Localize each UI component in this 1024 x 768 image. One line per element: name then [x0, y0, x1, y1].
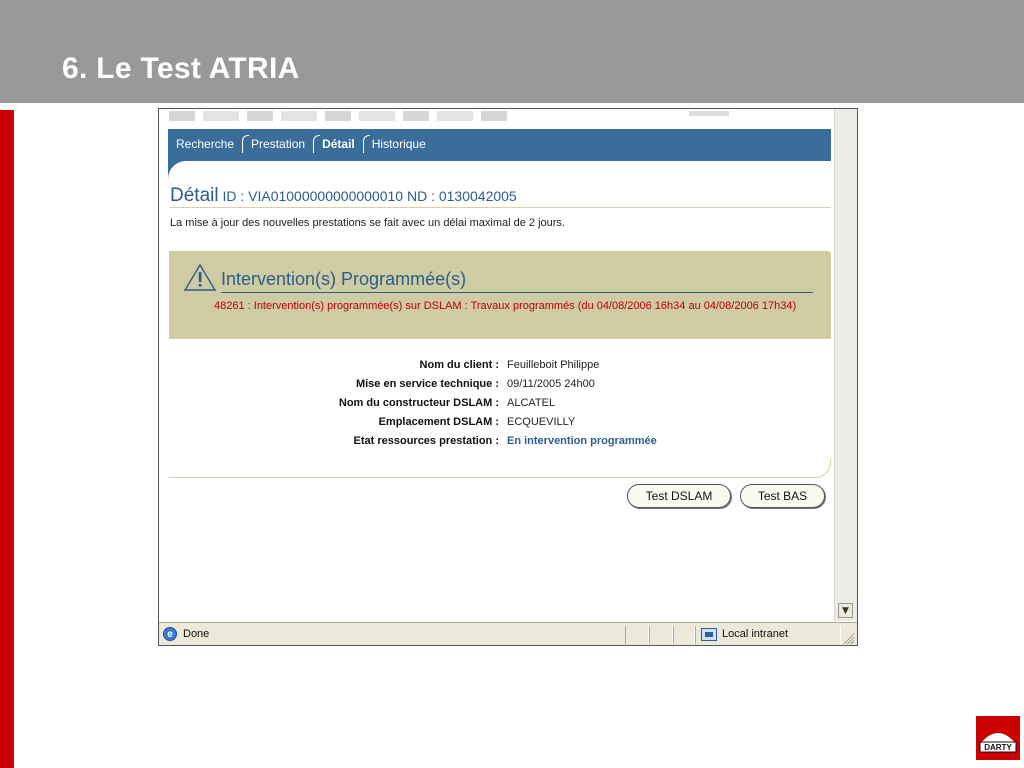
field-label: Emplacement DSLAM :: [378, 416, 499, 428]
top-banner-fragment: [169, 111, 509, 121]
darty-logo: DARTY: [976, 716, 1020, 760]
intervention-alert: Intervention(s) Programmée(s) 48261 : In…: [169, 251, 831, 339]
field-row-dslam-location: Emplacement DSLAM : ECQUEVILLY: [159, 416, 819, 434]
tab-separator: [242, 135, 250, 153]
vertical-scrollbar[interactable]: [834, 109, 857, 621]
field-row-service-date: Mise en service technique : 09/11/2005 2…: [159, 378, 819, 396]
status-text: Done: [183, 628, 210, 640]
page-title-main: Détail: [170, 185, 219, 206]
field-label: Etat ressources prestation :: [353, 435, 500, 447]
intranet-zone-icon: [701, 628, 717, 641]
nav-tabs: Recherche Prestation Détail Historique: [176, 135, 432, 153]
field-row-resource-status: Etat ressources prestation : En interven…: [159, 435, 819, 453]
top-banner-fragment-right: [689, 111, 729, 116]
resize-grip-icon[interactable]: [842, 632, 854, 644]
warning-triangle-icon: [183, 263, 217, 291]
field-value: ALCATEL: [507, 397, 556, 409]
scroll-down-arrow-icon[interactable]: ▼: [838, 603, 853, 618]
field-value: Feuilleboit Philippe: [507, 359, 600, 371]
field-value: ECQUEVILLY: [507, 416, 576, 428]
update-delay-notice: La mise à jour des nouvelles prestations…: [170, 217, 565, 229]
tab-recherche[interactable]: Recherche: [176, 137, 240, 151]
tab-prestation[interactable]: Prestation: [251, 137, 311, 151]
slide-title: 6. Le Test ATRIA: [62, 52, 300, 85]
field-value: 09/11/2005 24h00: [507, 378, 595, 390]
tab-historique[interactable]: Historique: [372, 137, 432, 151]
status-bar: e Done Local intranet: [159, 622, 857, 645]
test-dslam-button[interactable]: Test DSLAM: [627, 484, 731, 508]
section-divider: [169, 477, 819, 478]
status-cell: [649, 626, 673, 644]
title-divider: [169, 207, 831, 208]
test-bas-button[interactable]: Test BAS: [740, 484, 825, 508]
field-label: Nom du constructeur DSLAM :: [338, 397, 499, 409]
tab-detail[interactable]: Détail: [322, 137, 361, 151]
ie-page-icon: e: [163, 627, 177, 641]
brand-logo-text: DARTY: [984, 743, 1012, 752]
page-title: Détail ID : VIA01000000000000010 ND : 01…: [170, 185, 517, 207]
nav-bar: Recherche Prestation Détail Historique: [168, 129, 831, 161]
field-row-client: Nom du client : Feuilleboit Philippe: [159, 359, 819, 377]
tab-separator: [313, 135, 321, 153]
slide-header: 6. Le Test ATRIA: [0, 0, 1024, 103]
alert-heading-underline: [221, 292, 813, 293]
page-content: Recherche Prestation Détail Historique D…: [159, 109, 834, 621]
red-accent-bar: [0, 110, 14, 768]
page-title-id: ID : VIA01000000000000010 ND : 013004200…: [218, 188, 517, 204]
field-row-dslam-vendor: Nom du constructeur DSLAM : ALCATEL: [159, 397, 819, 415]
status-cell: [625, 626, 649, 644]
security-zone-label: Local intranet: [722, 628, 789, 640]
alert-heading: Intervention(s) Programmée(s): [221, 269, 467, 289]
alert-message: 48261 : Intervention(s) programmée(s) su…: [214, 300, 797, 312]
status-cell: [673, 626, 695, 644]
field-label: Nom du client :: [419, 359, 499, 371]
browser-window: Recherche Prestation Détail Historique D…: [158, 108, 858, 646]
status-value: En intervention programmée: [507, 435, 657, 447]
tab-separator: [362, 135, 370, 153]
field-label: Mise en service technique :: [355, 378, 499, 390]
section-end-curve: [809, 459, 831, 478]
